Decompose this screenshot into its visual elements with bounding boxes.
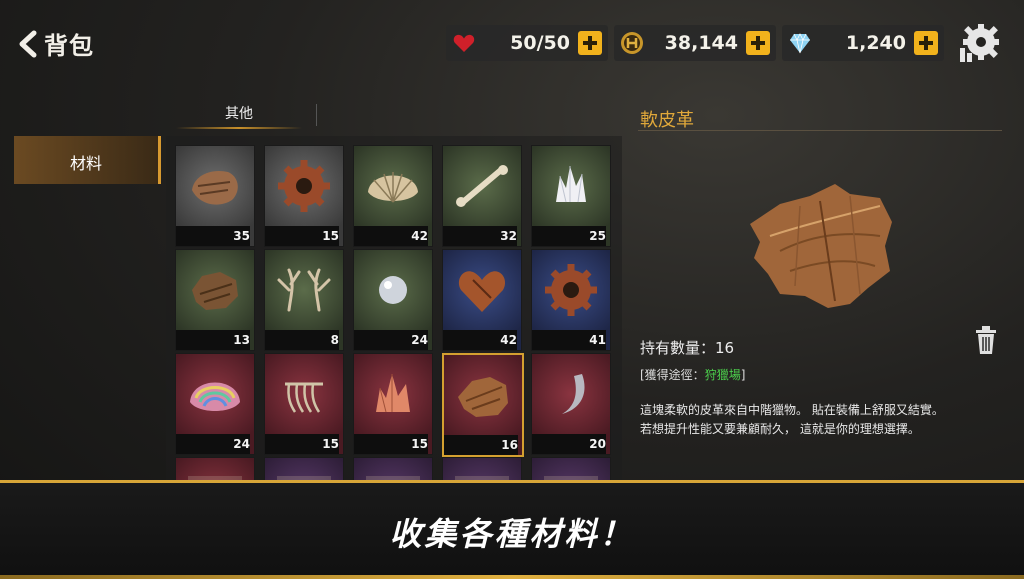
inventory-slot-shell[interactable]: 42 (353, 145, 433, 247)
pearl-icon (379, 276, 407, 304)
add-stamina-button[interactable] (578, 31, 602, 55)
item-count: 24 (354, 330, 428, 350)
inventory-slot-rusty-fragment[interactable]: 35 (175, 145, 255, 247)
gold-counter: 38,144 (614, 25, 776, 61)
item-count: 42 (354, 226, 428, 246)
item-name: 軟皮革 (640, 110, 694, 131)
gear-icon (278, 160, 330, 212)
red-crystal-icon (376, 374, 410, 413)
inventory-slot-antler[interactable]: 8 (264, 249, 344, 351)
partial-icon (188, 476, 242, 482)
item-count: 32 (443, 226, 517, 246)
heart-icon (453, 34, 475, 52)
rainbow-shell-icon (190, 382, 240, 411)
add-diamond-button[interactable] (914, 31, 938, 55)
inventory-slot-rainbow-shell[interactable]: 24 (175, 353, 255, 455)
soft-leather-image (750, 184, 892, 308)
top-bar: 背包 50/50 38,144 1,240 (0, 0, 1024, 90)
tab-divider (316, 104, 317, 126)
stamina-counter: 50/50 (446, 25, 608, 61)
inventory-slot-gear[interactable]: 15 (264, 145, 344, 247)
soft-leather-icon (458, 377, 508, 417)
heart-icon (458, 271, 506, 312)
gold-coin-icon (621, 32, 643, 54)
page-title: 背包 (44, 32, 94, 60)
inventory-slot-ribcage[interactable]: 15 (264, 353, 344, 455)
inventory-slot-claw[interactable]: 20 (531, 353, 611, 455)
item-count: 15 (265, 226, 339, 246)
diamond-value: 1,240 (845, 32, 906, 54)
chevron-left-icon (19, 30, 37, 57)
bone-icon (456, 165, 508, 207)
item-count: 16 (444, 435, 518, 455)
item-count: 35 (176, 226, 250, 246)
divider (638, 130, 1002, 131)
item-count: 41 (532, 330, 606, 350)
tab-others-label: 其他 (225, 106, 253, 122)
add-gold-button[interactable] (746, 31, 770, 55)
inventory-slot-gear[interactable]: 41 (531, 249, 611, 351)
inventory-slot-leather-scrap[interactable]: 13 (175, 249, 255, 351)
inventory-slot-pearl[interactable]: 24 (353, 249, 433, 351)
inventory-slot-red-crystal[interactable]: 15 (353, 353, 433, 455)
inventory-slot-partial[interactable] (531, 457, 611, 482)
claw-icon (562, 374, 585, 414)
trash-icon[interactable] (974, 325, 998, 355)
diamond-icon (790, 33, 810, 54)
item-count: 24 (176, 434, 250, 454)
sidebar-item-label: 材料 (69, 154, 102, 173)
ribcage-icon (285, 382, 323, 413)
diamond-counter: 1,240 (782, 25, 944, 61)
item-quantity: 持有數量：16 (640, 339, 735, 357)
antler-icon (277, 268, 331, 312)
shell-icon (368, 172, 418, 203)
gear-icon (545, 264, 597, 316)
item-source: [獲得途徑：狩獵場] (640, 366, 745, 383)
partial-icon (366, 476, 420, 482)
promo-banner: 收集各種材料！ (0, 480, 1024, 579)
item-count: 20 (532, 434, 606, 454)
item-count: 13 (176, 330, 250, 350)
gold-value: 38,144 (664, 32, 738, 54)
back-button[interactable]: 背包 (16, 26, 94, 61)
inventory-slot-partial[interactable] (442, 457, 522, 482)
partial-icon (455, 476, 509, 482)
partial-icon (544, 476, 598, 482)
inventory-slot-partial[interactable] (175, 457, 255, 482)
item-count: 15 (354, 434, 428, 454)
item-description: 這塊柔軟的皮革來自中階獵物。 貼在裝備上舒服又結實。 若想提升性能又要兼顧耐久，… (640, 403, 944, 436)
leather-scrap-icon (192, 272, 238, 310)
rusty-fragment-icon (192, 170, 238, 205)
source-suffix: ] (740, 368, 746, 382)
item-count: 25 (532, 226, 606, 246)
crystal-icon (556, 166, 586, 203)
tab-active-indicator (176, 127, 302, 129)
sidebar-item-materials[interactable]: 材料 (14, 136, 161, 184)
inventory-slot-partial[interactable] (353, 457, 433, 482)
inventory-slot-soft-leather[interactable]: 16 (442, 353, 524, 457)
inventory-grid: 35 15 42 32 25 13 8 24 42 41 24 15 15 16 20 (166, 136, 622, 482)
inventory-slot-heart[interactable]: 42 (442, 249, 522, 351)
source-prefix: [獲得途徑： (640, 368, 705, 382)
source-link[interactable]: 狩獵場 (705, 368, 741, 382)
item-count: 42 (443, 330, 517, 350)
stamina-value: 50/50 (510, 32, 570, 54)
inventory-slot-partial[interactable] (264, 457, 344, 482)
tab-others[interactable]: 其他 (176, 103, 302, 129)
partial-icon (277, 476, 331, 482)
item-count: 8 (265, 330, 339, 350)
item-count: 15 (265, 434, 339, 454)
settings-gear-icon[interactable] (956, 20, 1002, 66)
banner-text: 收集各種材料！ (389, 515, 635, 553)
inventory-slot-bone[interactable]: 32 (442, 145, 522, 247)
inventory-slot-crystal[interactable]: 25 (531, 145, 611, 247)
